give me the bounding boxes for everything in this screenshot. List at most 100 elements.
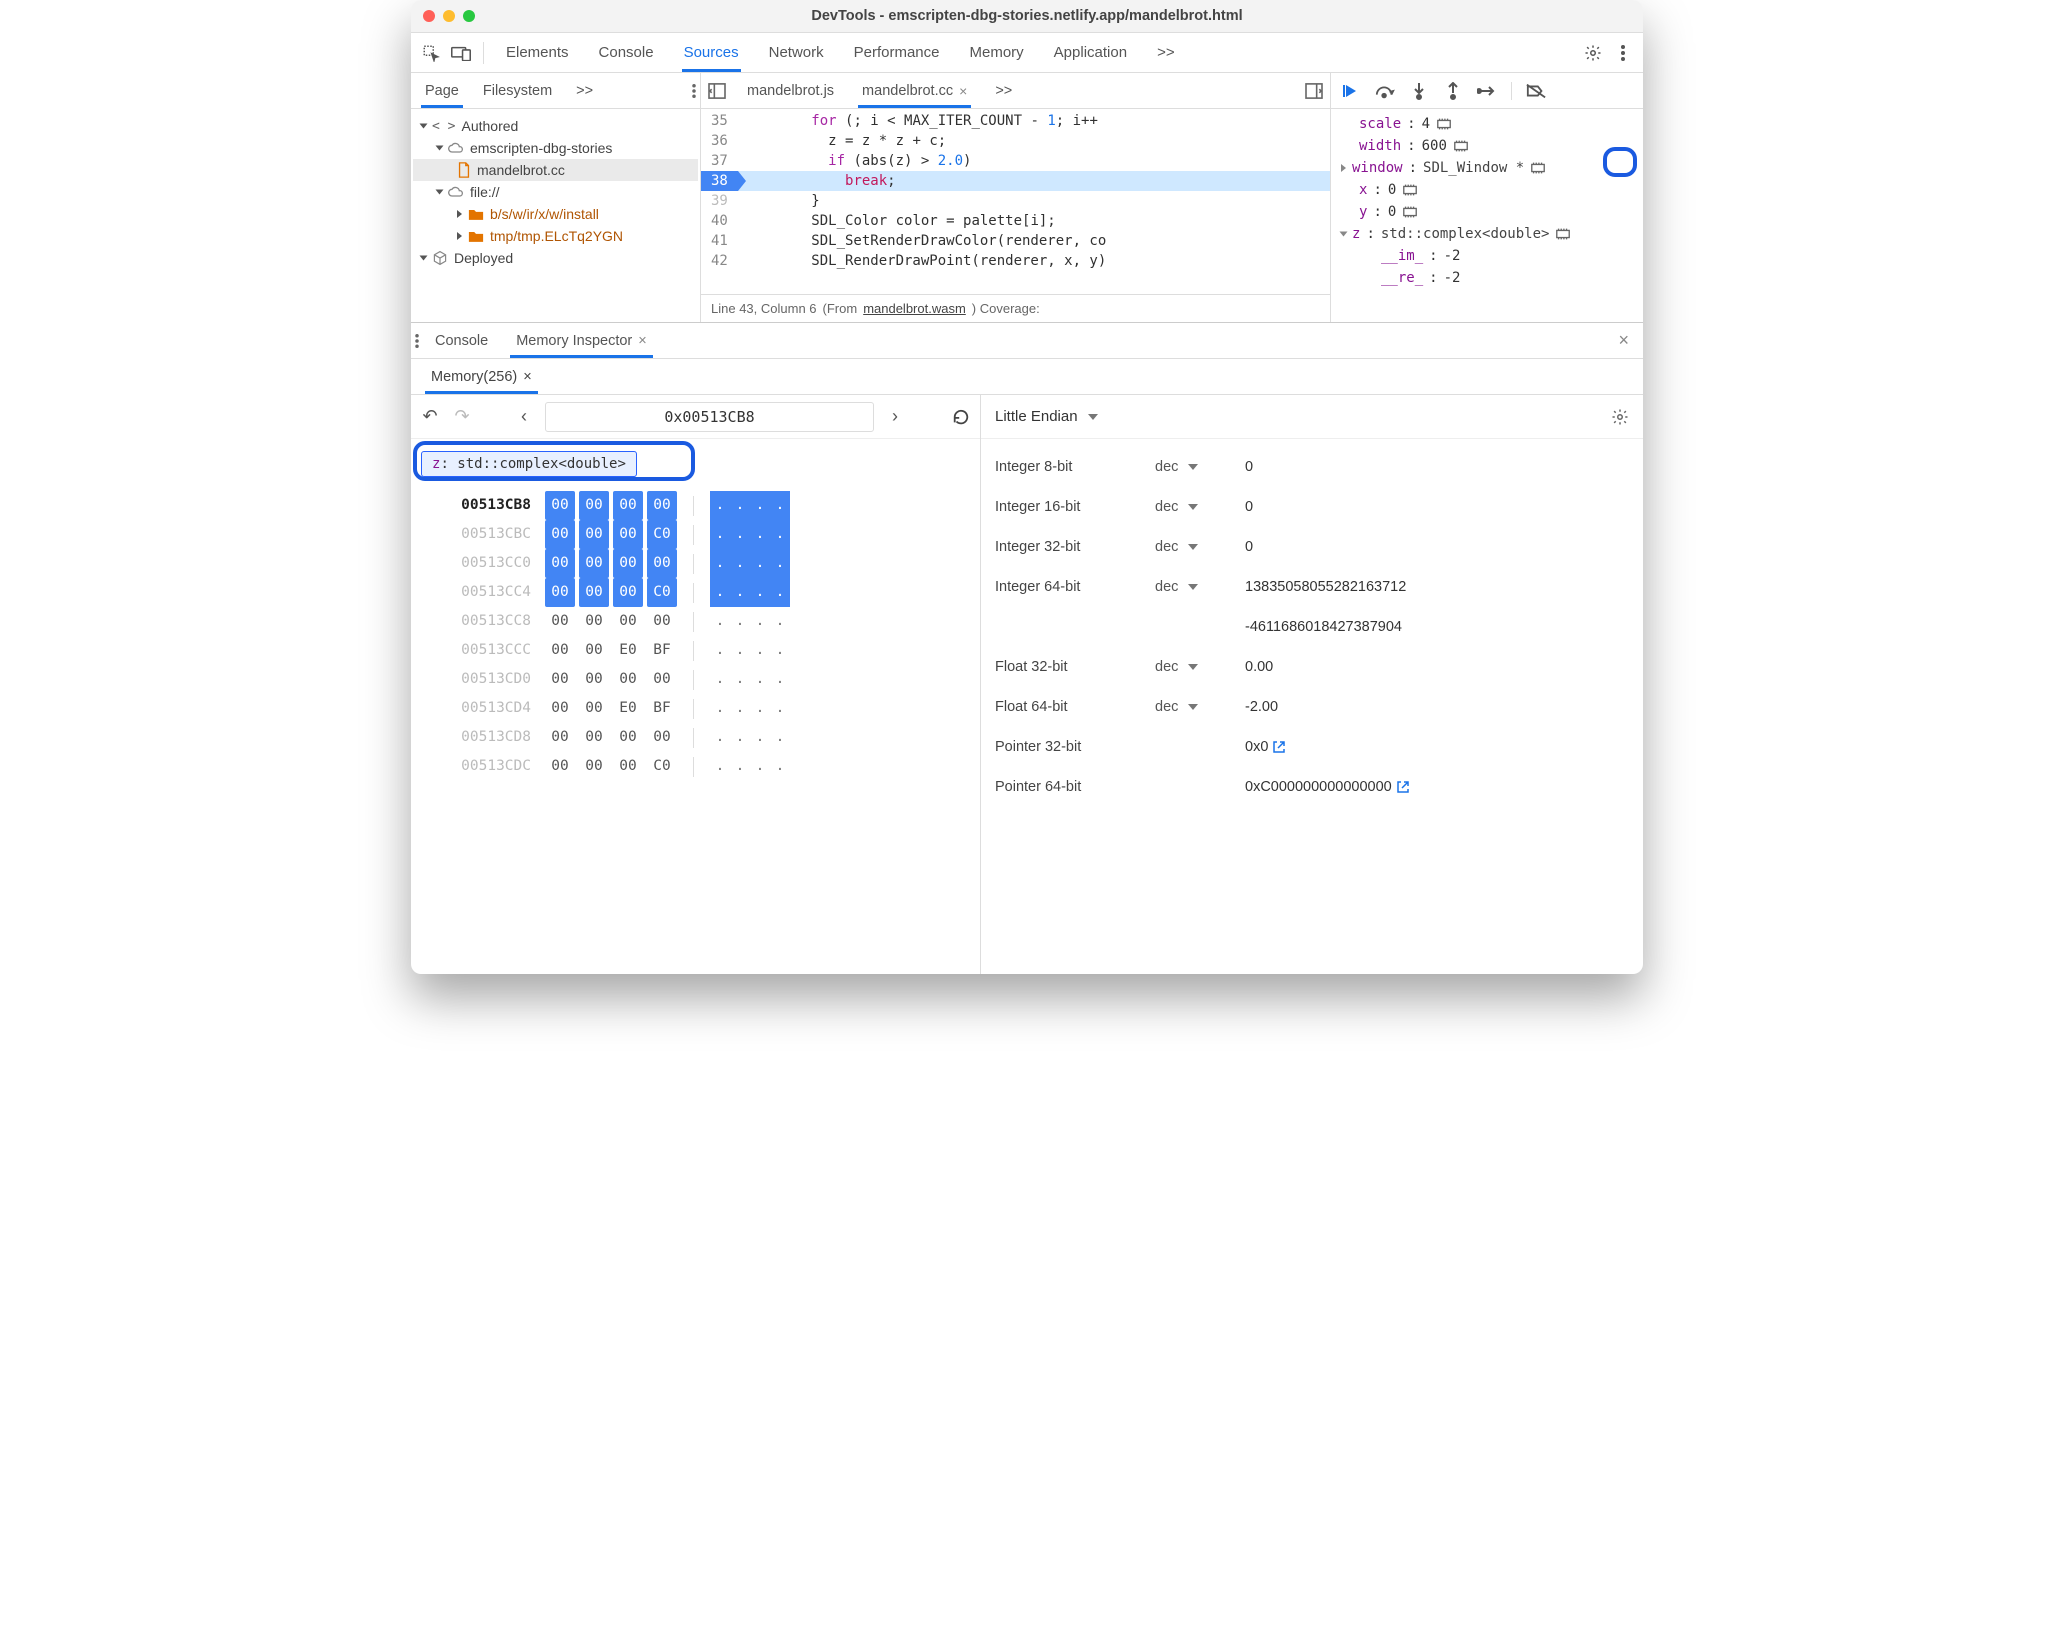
device-toolbar-icon[interactable]: [447, 39, 475, 67]
hex-pane: ↶ ↷ ‹ › z: std::complex<double> 00513CB8…: [411, 395, 981, 974]
tree-file-label: mandelbrot.cc: [477, 162, 565, 178]
tree-install[interactable]: b/s/w/ir/x/w/install: [413, 203, 698, 225]
step-over-icon[interactable]: [1375, 81, 1395, 101]
file-tab-cc[interactable]: mandelbrot.cc ×: [850, 73, 979, 108]
subtab-more[interactable]: >>: [566, 73, 603, 108]
scope-scale[interactable]: scale: 4: [1341, 113, 1641, 135]
drawer-tab-memory-inspector[interactable]: Memory Inspector ×: [504, 323, 659, 358]
value-settings-icon[interactable]: [1611, 408, 1629, 426]
tree-authored[interactable]: < >Authored: [413, 115, 698, 137]
tree-authored-label: Authored: [461, 118, 518, 134]
drawer-tab-console[interactable]: Console: [423, 323, 500, 358]
resume-icon[interactable]: [1341, 81, 1361, 101]
memory-tab-label: Memory(256): [431, 369, 517, 385]
value-list: Integer 8-bitdec0Integer 16-bitdec0Integ…: [981, 439, 1643, 815]
undo-icon[interactable]: ↶: [419, 406, 441, 427]
drawer-tab-label: Memory Inspector: [516, 333, 632, 349]
memory-icon[interactable]: [1530, 161, 1546, 175]
value-format-select[interactable]: dec: [1155, 539, 1245, 555]
tree-domain[interactable]: emscripten-dbg-stories: [413, 137, 698, 159]
subtab-filesystem[interactable]: Filesystem: [473, 73, 562, 108]
drawer: Console Memory Inspector × × Memory(256) ×…: [411, 323, 1643, 974]
toggle-debugger-icon[interactable]: [1300, 73, 1328, 108]
tab-more[interactable]: >>: [1143, 33, 1189, 72]
memory-icon[interactable]: [1402, 205, 1418, 219]
hex-grid[interactable]: 00513CB800000000....00513CBC000000C0....…: [411, 487, 980, 791]
memory-icon[interactable]: [1436, 117, 1452, 131]
inspect-element-icon[interactable]: [417, 39, 445, 67]
scope-width[interactable]: width: 600: [1341, 135, 1641, 157]
tree-file-mandelbrot[interactable]: mandelbrot.cc: [413, 159, 698, 181]
main-toolbar: Elements Console Sources Network Perform…: [411, 33, 1643, 73]
navigator-menu-icon[interactable]: [692, 84, 696, 98]
tab-sources[interactable]: Sources: [670, 33, 753, 72]
drawer-tab-close-icon[interactable]: ×: [638, 333, 646, 349]
tree-tmp[interactable]: tmp/tmp.ELcTq2YGN: [413, 225, 698, 247]
next-page-icon[interactable]: ›: [884, 406, 906, 427]
value-pane: Little Endian Integer 8-bitdec0Integer 1…: [981, 395, 1643, 974]
scope-variables: scale: 4 width: 600 window: SDL_Window *…: [1331, 109, 1643, 322]
memory-icon[interactable]: [1402, 183, 1418, 197]
close-window-icon[interactable]: [423, 10, 435, 22]
scope-x[interactable]: x: 0: [1341, 179, 1641, 201]
tree-file-scheme[interactable]: file://: [413, 181, 698, 203]
scope-z[interactable]: z: std::complex<double>: [1341, 223, 1641, 245]
code-content[interactable]: for (; i < MAX_ITER_COUNT - 1; i++ z = z…: [738, 109, 1330, 294]
file-tab-js[interactable]: mandelbrot.js: [735, 73, 846, 108]
tab-memory[interactable]: Memory: [956, 33, 1038, 72]
source-link[interactable]: mandelbrot.wasm: [863, 301, 966, 316]
tab-elements[interactable]: Elements: [492, 33, 583, 72]
tree-deployed-label: Deployed: [454, 250, 513, 266]
kebab-menu-icon[interactable]: [1609, 39, 1637, 67]
drawer-close-icon[interactable]: ×: [1608, 330, 1639, 351]
window-controls[interactable]: [423, 10, 475, 22]
deactivate-breakpoints-icon[interactable]: [1526, 81, 1546, 101]
tree-deployed[interactable]: Deployed: [413, 247, 698, 269]
value-format-select[interactable]: dec: [1155, 699, 1245, 715]
tree-domain-label: emscripten-dbg-stories: [470, 140, 612, 156]
memory-tab-close-icon[interactable]: ×: [523, 369, 531, 385]
tab-console[interactable]: Console: [585, 33, 668, 72]
maximize-window-icon[interactable]: [463, 10, 475, 22]
settings-icon[interactable]: [1579, 39, 1607, 67]
memory-icon[interactable]: [1555, 227, 1571, 241]
value-format-select[interactable]: dec: [1155, 499, 1245, 515]
value-format-select[interactable]: dec: [1155, 659, 1245, 675]
memory-icon[interactable]: [1453, 139, 1469, 153]
subtab-page[interactable]: Page: [415, 73, 469, 108]
window-title: DevTools - emscripten-dbg-stories.netlif…: [423, 8, 1631, 24]
object-chip[interactable]: z: std::complex<double>: [421, 451, 637, 477]
tab-application[interactable]: Application: [1040, 33, 1141, 72]
file-tab-cc-label: mandelbrot.cc: [862, 83, 953, 99]
value-format-select[interactable]: dec: [1155, 459, 1245, 475]
tab-performance[interactable]: Performance: [840, 33, 954, 72]
line-gutter: 3536373839404142: [701, 109, 738, 294]
value-format-select[interactable]: dec: [1155, 579, 1245, 595]
memory-tab[interactable]: Memory(256) ×: [419, 359, 544, 394]
cursor-position: Line 43, Column 6: [711, 301, 817, 316]
redo-icon: ↷: [451, 406, 473, 427]
tree-tmp-label: tmp/tmp.ELcTq2YGN: [490, 228, 623, 244]
endianness-select[interactable]: Little Endian: [995, 408, 1098, 425]
minimize-window-icon[interactable]: [443, 10, 455, 22]
step-into-icon[interactable]: [1409, 81, 1429, 101]
scope-z-im[interactable]: __im_: -2: [1341, 245, 1641, 267]
refresh-icon[interactable]: [950, 408, 972, 426]
scope-y[interactable]: y: 0: [1341, 201, 1641, 223]
step-icon[interactable]: [1477, 81, 1497, 101]
file-tab-close-icon[interactable]: ×: [959, 83, 967, 99]
file-tab-more[interactable]: >>: [983, 73, 1024, 108]
scope-z-re[interactable]: __re_: -2: [1341, 267, 1641, 289]
editor-pane: mandelbrot.js mandelbrot.cc × >> 35363738…: [701, 73, 1331, 322]
coverage-label: ) Coverage:: [972, 301, 1040, 316]
editor-status-bar: Line 43, Column 6 (From mandelbrot.wasm)…: [701, 294, 1330, 322]
scope-window[interactable]: window: SDL_Window *: [1341, 157, 1641, 179]
status-from-label: (From: [823, 301, 858, 316]
step-out-icon[interactable]: [1443, 81, 1463, 101]
toggle-navigator-icon[interactable]: [703, 73, 731, 108]
prev-page-icon[interactable]: ‹: [513, 406, 535, 427]
tree-install-label: b/s/w/ir/x/w/install: [490, 206, 599, 222]
tab-network[interactable]: Network: [755, 33, 838, 72]
address-input[interactable]: [545, 402, 874, 432]
drawer-menu-icon[interactable]: [415, 334, 419, 348]
